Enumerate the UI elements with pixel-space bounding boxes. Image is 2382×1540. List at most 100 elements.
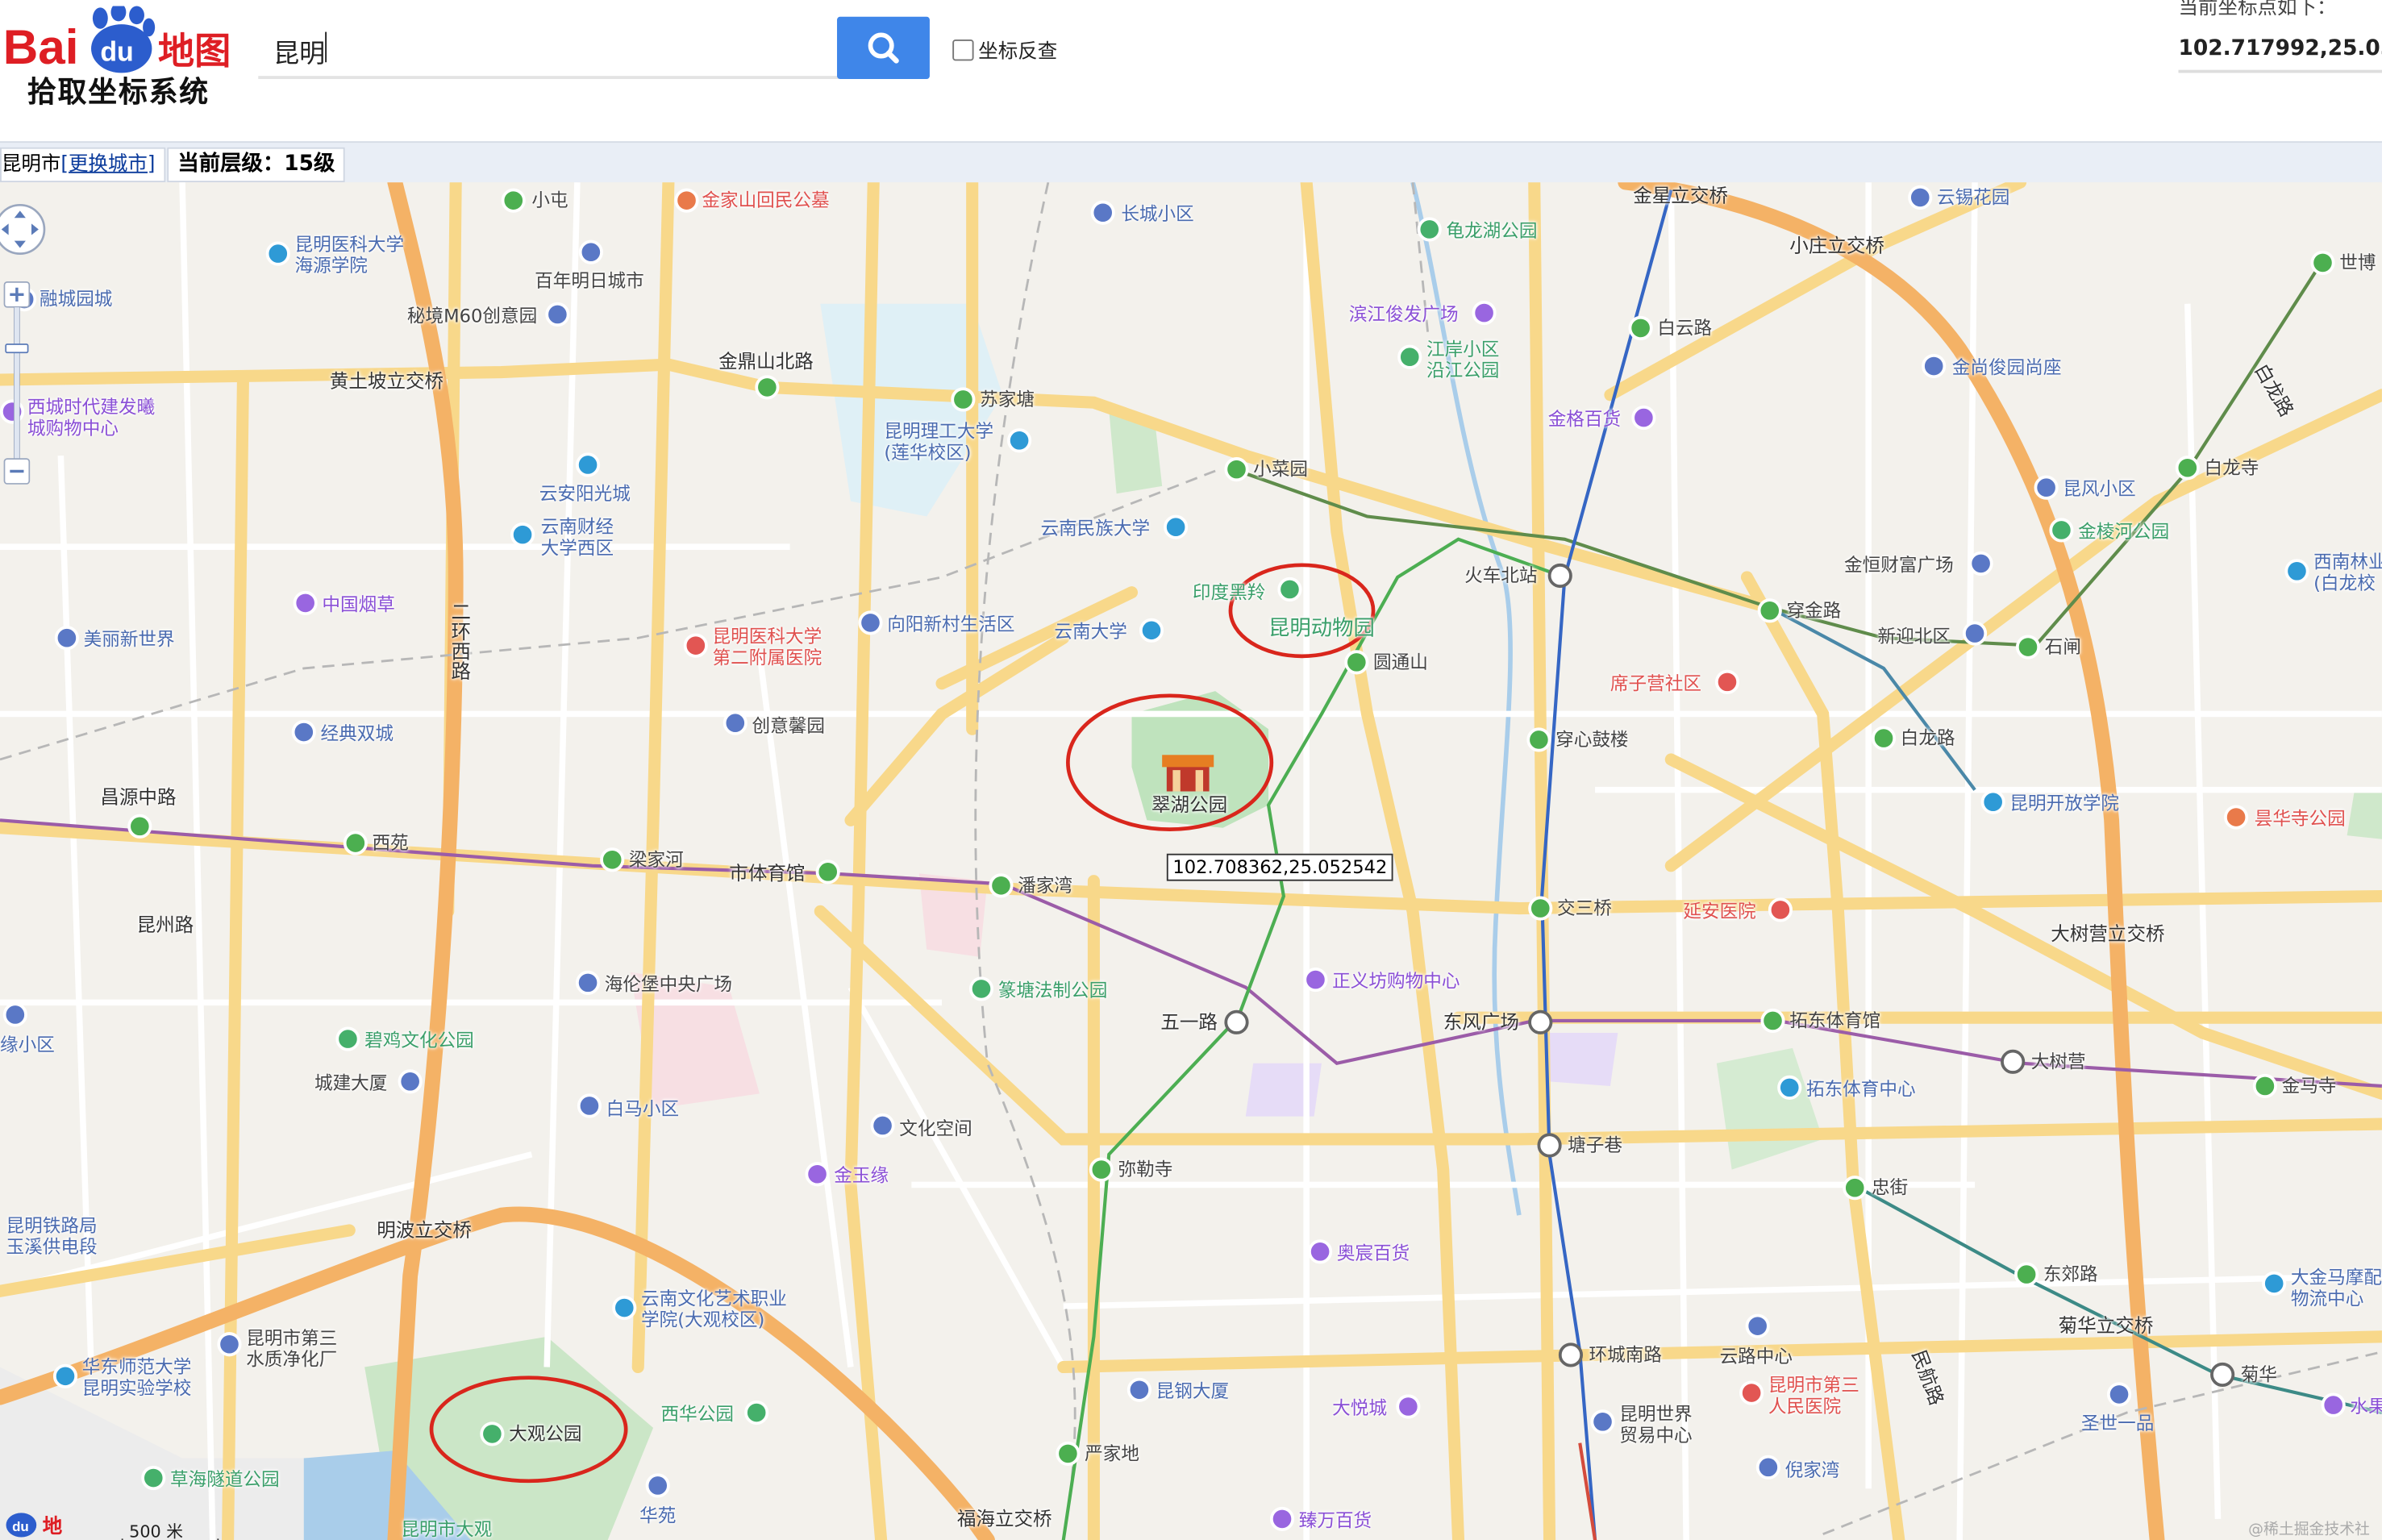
school-icon[interactable] bbox=[1980, 789, 2005, 814]
residential-icon[interactable] bbox=[578, 239, 603, 264]
metro-station-icon[interactable] bbox=[2310, 250, 2335, 275]
metro-station-icon[interactable] bbox=[1526, 727, 1551, 752]
metro-station-icon[interactable] bbox=[1843, 1176, 1868, 1201]
residential-icon[interactable] bbox=[2106, 1382, 2132, 1407]
transfer-station-icon[interactable] bbox=[1224, 1009, 1249, 1034]
residential-icon[interactable] bbox=[1755, 1455, 1780, 1480]
residential-icon[interactable] bbox=[575, 970, 601, 995]
metro-station-icon[interactable] bbox=[127, 814, 152, 839]
metro-station-icon[interactable] bbox=[1760, 1008, 1785, 1034]
transfer-station-icon[interactable] bbox=[1558, 1342, 1584, 1367]
residential-icon[interactable] bbox=[1090, 200, 1115, 225]
school-icon[interactable] bbox=[1164, 514, 1189, 539]
metro-station-icon[interactable] bbox=[1344, 650, 1369, 675]
reverse-lookup-checkbox[interactable] bbox=[952, 39, 974, 61]
search-button[interactable] bbox=[837, 16, 930, 79]
metro-station-icon[interactable] bbox=[2014, 1262, 2039, 1287]
residential-icon[interactable] bbox=[645, 1473, 670, 1498]
residential-icon[interactable] bbox=[291, 719, 316, 745]
shopping-icon[interactable] bbox=[2321, 1392, 2346, 1417]
park-icon[interactable] bbox=[480, 1421, 505, 1446]
poi-label-cuihu-park[interactable]: 翠湖公园 bbox=[1151, 793, 1227, 815]
transfer-station-icon[interactable] bbox=[1547, 563, 1572, 589]
shopping-icon[interactable] bbox=[1472, 301, 1497, 326]
temple-icon[interactable] bbox=[2224, 805, 2249, 830]
cemetery-icon[interactable] bbox=[674, 188, 699, 213]
park-icon[interactable] bbox=[744, 1400, 769, 1426]
metro-station-icon[interactable] bbox=[600, 847, 625, 872]
park-icon[interactable] bbox=[2049, 518, 2074, 543]
shopping-icon[interactable] bbox=[1631, 406, 1656, 431]
school-icon[interactable] bbox=[1007, 428, 1032, 453]
metro-station-icon[interactable] bbox=[951, 387, 976, 412]
transfer-station-icon[interactable] bbox=[1528, 1009, 1553, 1034]
park-icon[interactable] bbox=[1397, 344, 1422, 369]
metro-station-icon[interactable] bbox=[1056, 1441, 1081, 1466]
metro-station-icon[interactable] bbox=[1528, 896, 1553, 921]
building-icon[interactable] bbox=[398, 1069, 423, 1094]
metro-station-icon[interactable] bbox=[2252, 1073, 2277, 1099]
metro-station-icon[interactable] bbox=[989, 873, 1014, 898]
coord-value[interactable]: 102.717992,25.0590 bbox=[2179, 36, 2382, 60]
zoo-icon[interactable] bbox=[1277, 576, 1302, 602]
shopping-icon[interactable] bbox=[805, 1162, 830, 1187]
metro-station-icon[interactable] bbox=[2175, 456, 2200, 481]
school-icon[interactable] bbox=[575, 452, 601, 477]
shopping-icon[interactable] bbox=[1308, 1239, 1333, 1264]
metro-station-icon[interactable] bbox=[1224, 457, 1249, 482]
logistics-icon[interactable] bbox=[2262, 1271, 2287, 1296]
metro-station-icon[interactable] bbox=[815, 859, 840, 884]
metro-station-icon[interactable] bbox=[1757, 598, 1782, 623]
school-icon[interactable] bbox=[510, 522, 535, 547]
residential-icon[interactable] bbox=[1962, 621, 1988, 646]
shopping-icon[interactable] bbox=[1396, 1394, 1421, 1419]
zoom-control[interactable] bbox=[3, 270, 34, 498]
transfer-station-icon[interactable] bbox=[2001, 1049, 2026, 1074]
school-icon[interactable] bbox=[1139, 618, 1164, 643]
community-icon[interactable] bbox=[1714, 669, 1740, 694]
pan-control[interactable] bbox=[0, 199, 48, 260]
residential-icon[interactable] bbox=[2034, 475, 2059, 500]
metro-station-icon[interactable] bbox=[1628, 315, 1653, 340]
park-icon[interactable] bbox=[335, 1026, 360, 1051]
hospital-icon[interactable] bbox=[1768, 897, 1793, 922]
metro-station-icon[interactable] bbox=[501, 188, 526, 213]
residential-icon[interactable] bbox=[2, 1002, 27, 1027]
transfer-station-icon[interactable] bbox=[1537, 1133, 1562, 1158]
residential-icon[interactable] bbox=[1968, 551, 1993, 576]
building-icon[interactable] bbox=[217, 1332, 242, 1357]
residential-icon[interactable] bbox=[1908, 185, 1933, 210]
residential-icon[interactable] bbox=[1922, 353, 1947, 379]
shopping-icon[interactable] bbox=[1269, 1506, 1295, 1531]
residential-icon[interactable] bbox=[577, 1093, 602, 1118]
metro-station-icon[interactable] bbox=[755, 375, 780, 400]
residential-icon[interactable] bbox=[54, 626, 79, 651]
park-icon[interactable] bbox=[1417, 217, 1442, 242]
residential-icon[interactable] bbox=[858, 610, 883, 635]
building-icon[interactable] bbox=[1590, 1409, 1615, 1434]
building-icon[interactable] bbox=[1126, 1377, 1151, 1402]
school-icon[interactable] bbox=[2284, 559, 2309, 584]
metro-station-icon[interactable] bbox=[343, 830, 368, 855]
search-input[interactable]: 昆明 bbox=[273, 32, 325, 70]
building-icon[interactable] bbox=[870, 1113, 895, 1138]
map-canvas[interactable]: 二环西路 昌源中路 昆州路 金鼎山北路 黄土坡立交桥 明波立交桥 福海立交桥 金… bbox=[0, 182, 2382, 1540]
metro-station-icon[interactable] bbox=[1089, 1157, 1114, 1182]
building-icon[interactable] bbox=[545, 302, 570, 327]
stadium-icon[interactable] bbox=[1777, 1075, 1802, 1100]
search-box[interactable]: 昆明 bbox=[258, 17, 839, 79]
school-icon[interactable] bbox=[265, 241, 290, 266]
park-icon[interactable] bbox=[968, 976, 994, 1001]
shopping-icon[interactable] bbox=[1303, 968, 1328, 993]
hospital-icon[interactable] bbox=[683, 633, 708, 658]
metro-station-icon[interactable] bbox=[1871, 726, 1897, 751]
building-icon[interactable] bbox=[1745, 1313, 1770, 1338]
residential-icon[interactable] bbox=[723, 710, 747, 735]
park-icon[interactable] bbox=[141, 1465, 166, 1491]
change-city-link[interactable]: [更换城市] bbox=[60, 153, 155, 176]
hospital-icon[interactable] bbox=[1739, 1380, 1764, 1405]
transfer-station-icon[interactable] bbox=[2210, 1362, 2235, 1388]
shopping-icon[interactable] bbox=[293, 590, 318, 615]
school-icon[interactable] bbox=[52, 1363, 78, 1388]
metro-station-icon[interactable] bbox=[2015, 635, 2041, 660]
